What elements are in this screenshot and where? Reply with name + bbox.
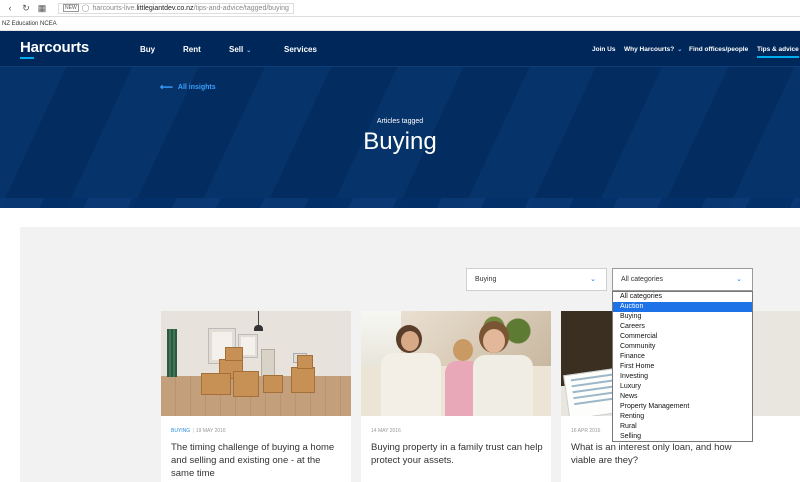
apps-icon[interactable]: ▦ <box>36 2 48 14</box>
nav-join-us[interactable]: Join Us <box>592 46 615 53</box>
hero-kicker: Articles tagged <box>376 118 424 125</box>
url-host: harcourts-live. <box>92 4 137 12</box>
page-title: Buying <box>363 128 437 155</box>
category-option[interactable]: Finance <box>613 352 752 362</box>
all-insights-label: All insights <box>177 84 216 91</box>
category-option[interactable]: News <box>613 392 752 402</box>
nav-rent[interactable]: Rent <box>183 45 201 54</box>
category-option[interactable]: First Home <box>613 362 752 372</box>
address-bar[interactable]: NEW ◯ harcourts-live. littlegiantdev.co.n… <box>58 2 294 14</box>
article-title[interactable]: What is an interest only loan, and how v… <box>571 441 751 467</box>
chevron-down-icon: ⌄ <box>677 47 683 53</box>
category-select[interactable]: All categories ⌄ <box>612 268 753 291</box>
nav-buy[interactable]: Buy <box>140 45 155 54</box>
chevron-down-icon: ⌄ <box>246 48 252 54</box>
all-insights-link[interactable]: ⟵ All insights <box>160 82 216 93</box>
logo-accent <box>20 57 34 59</box>
article-date: 19 MAY 2016 <box>195 428 226 434</box>
article-card[interactable]: 14 MAY 2016 Buying property in a family … <box>361 311 551 482</box>
category-option[interactable]: Careers <box>613 322 752 332</box>
article-card[interactable]: BUYING | 19 MAY 2016 The timing challenge… <box>161 311 351 482</box>
tag-select[interactable]: Buying ⌄ <box>466 268 607 291</box>
category-option[interactable]: Selling <box>613 432 752 442</box>
category-dropdown-list: All categories Auction Buying Careers Co… <box>612 291 753 442</box>
arrow-left-icon: ⟵ <box>160 82 173 92</box>
category-option[interactable]: Commercial <box>613 332 752 342</box>
globe-icon: ◯ <box>81 5 90 12</box>
reload-icon[interactable]: ↻ <box>20 2 32 14</box>
category-option[interactable]: Luxury <box>613 382 752 392</box>
url-domain: littlegiantdev.co.nz <box>136 4 194 12</box>
browser-toolbar: ‹ ↻ ▦ NEW ◯ harcourts-live. littlegiantde… <box>0 0 800 17</box>
category-option-highlighted[interactable]: Auction <box>613 302 752 312</box>
nav-sell[interactable]: Sell ⌄ <box>229 45 251 54</box>
article-meta: 14 MAY 2016 <box>371 428 401 434</box>
back-icon[interactable]: ‹ <box>4 2 16 14</box>
category-option[interactable]: Property Management <box>613 402 752 412</box>
security-badge-icon: NEW <box>63 4 79 12</box>
nav-why-harcourts[interactable]: Why Harcourts? ⌄ <box>624 46 682 53</box>
hero-bottom-strip <box>0 198 800 208</box>
article-image[interactable] <box>361 311 551 416</box>
article-date: 16 APR 2016 <box>571 428 601 434</box>
top-navigation: Harcourts Buy Rent Sell ⌄ Services Join U… <box>0 31 800 67</box>
nav-why-label: Why Harcourts? <box>624 46 675 53</box>
category-option[interactable]: Buying <box>613 312 752 322</box>
article-date: 14 MAY 2016 <box>371 428 401 434</box>
bookmark-item[interactable]: NZ Education NCEA <box>2 21 57 27</box>
nav-tips-advice[interactable]: Tips & advice <box>757 46 799 58</box>
category-option[interactable]: Renting <box>613 412 752 422</box>
nav-find-offices[interactable]: Find offices/people <box>689 46 748 53</box>
article-image[interactable] <box>161 311 351 416</box>
tag-select-value: Buying <box>475 276 497 283</box>
hero-banner: Harcourts Buy Rent Sell ⌄ Services Join U… <box>0 31 800 208</box>
category-option[interactable]: Rural <box>613 422 752 432</box>
logo[interactable]: Harcourts <box>20 39 89 56</box>
chevron-down-icon: ⌄ <box>736 276 742 283</box>
category-option[interactable]: Community <box>613 342 752 352</box>
article-meta: BUYING | 19 MAY 2016 <box>171 428 226 434</box>
category-option[interactable]: Investing <box>613 372 752 382</box>
chevron-down-icon: ⌄ <box>590 276 596 283</box>
nav-services[interactable]: Services <box>284 45 317 54</box>
article-title[interactable]: Buying property in a family trust can he… <box>371 441 546 467</box>
url-path: /tips-and-advice/tagged/buying <box>193 4 289 12</box>
bookmarks-bar: NZ Education NCEA <box>0 17 800 31</box>
article-meta: 16 APR 2016 <box>571 428 600 434</box>
category-select-value: All categories <box>621 276 664 283</box>
article-tag[interactable]: BUYING <box>171 428 190 434</box>
category-option[interactable]: All categories <box>613 292 752 302</box>
article-title[interactable]: The timing challenge of buying a home an… <box>171 441 346 480</box>
nav-sell-label: Sell <box>229 45 244 54</box>
